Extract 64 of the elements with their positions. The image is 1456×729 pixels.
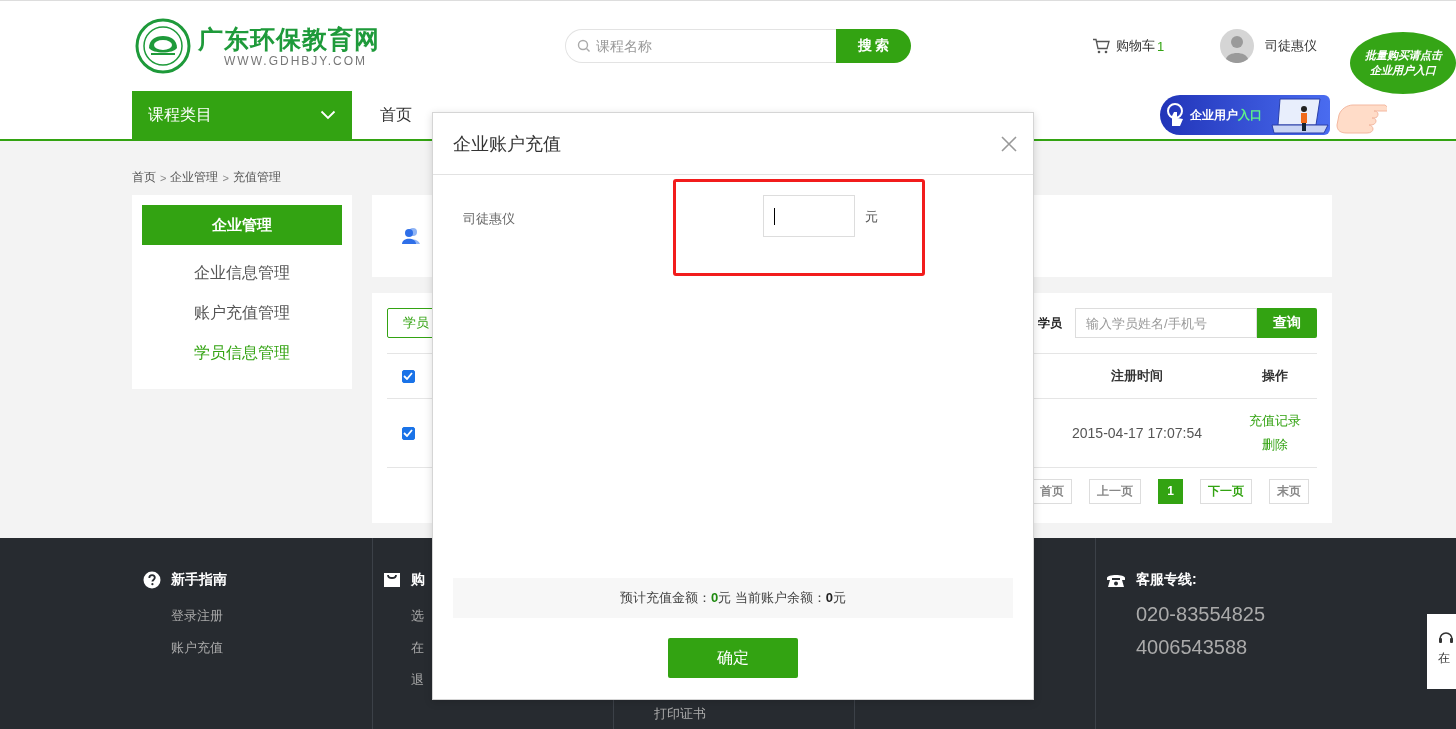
checkbox[interactable] bbox=[401, 426, 415, 440]
bag-icon bbox=[383, 571, 401, 589]
query-button[interactable]: 查询 bbox=[1257, 308, 1317, 338]
logo-icon bbox=[135, 18, 191, 74]
close-button[interactable] bbox=[1001, 135, 1017, 152]
footer-link[interactable]: 打印证书 bbox=[654, 698, 706, 729]
site-title: 广东环保教育网 bbox=[198, 24, 380, 54]
footer-link[interactable]: 登录注册 bbox=[171, 600, 223, 632]
category-menu[interactable]: 课程类目 bbox=[132, 91, 352, 139]
breadcrumb-link[interactable]: 首页 bbox=[132, 169, 156, 186]
close-icon bbox=[1001, 135, 1017, 152]
footer-heading: 客服专线: bbox=[1136, 571, 1197, 589]
check-icon bbox=[403, 429, 413, 437]
dialog-title: 企业账户充值 bbox=[453, 132, 561, 156]
action-link[interactable]: 充值记录 bbox=[1248, 412, 1301, 430]
nav-link[interactable]: 首页 bbox=[380, 104, 412, 126]
breadcrumb-separator: > bbox=[160, 171, 167, 184]
search-button[interactable]: 搜 索 bbox=[836, 29, 911, 63]
table-cell: 2015-04-17 17:07:54 bbox=[1072, 425, 1202, 441]
footer-heading: 购 bbox=[411, 571, 425, 589]
user-name[interactable]: 司徒惠仪 bbox=[1265, 37, 1318, 55]
breadcrumb-separator: > bbox=[222, 171, 229, 184]
column-header: 操作 bbox=[1261, 367, 1288, 385]
confirm-button[interactable]: 确定 bbox=[668, 638, 798, 678]
headset-icon bbox=[1438, 630, 1454, 646]
page-button[interactable]: 下一页 bbox=[1200, 479, 1252, 504]
pointer-hand-icon bbox=[1164, 102, 1186, 128]
enterprise-entry-banner[interactable]: 企业用户入口 bbox=[1160, 95, 1330, 135]
footer-heading: 新手指南 bbox=[171, 571, 227, 589]
amount-field[interactable] bbox=[763, 195, 855, 237]
account-name: 司徒惠仪 bbox=[463, 210, 516, 228]
phone-number: 020-83554825 bbox=[1136, 602, 1265, 627]
site-url: WWW.GDHBJY.COM bbox=[224, 54, 369, 68]
footer-link[interactable]: 选 bbox=[411, 600, 424, 632]
page-button[interactable]: 1 bbox=[1158, 479, 1183, 504]
search-field[interactable]: 课程名称 bbox=[565, 29, 836, 63]
sidebar-item[interactable]: 学员信息管理 bbox=[142, 333, 342, 373]
sidebar-heading: 企业管理 bbox=[142, 205, 342, 245]
checkbox[interactable] bbox=[401, 369, 415, 383]
student-search-field[interactable]: 输入学员姓名/手机号 bbox=[1075, 308, 1257, 338]
text-cursor bbox=[774, 207, 775, 225]
help-icon bbox=[143, 571, 161, 589]
cart-link[interactable]: 购物车 1 bbox=[1092, 37, 1165, 55]
summary-text: 预计充值金额：0元 当前账户余额：0元 bbox=[619, 589, 847, 607]
chevron-down-icon bbox=[320, 110, 336, 120]
breadcrumb-link[interactable]: 充值管理 bbox=[232, 169, 281, 186]
search-icon bbox=[577, 39, 591, 53]
search-label: 学员 bbox=[1038, 314, 1062, 332]
footer-link[interactable]: 退 bbox=[411, 664, 424, 696]
footer-link[interactable]: 在 bbox=[411, 632, 424, 664]
unit-label: 元 bbox=[865, 208, 878, 226]
laptop-drawing bbox=[1270, 95, 1330, 135]
check-icon bbox=[403, 372, 413, 380]
sidebar-item[interactable]: 账户充值管理 bbox=[142, 293, 342, 333]
breadcrumb-link[interactable]: 企业管理 bbox=[170, 169, 219, 186]
users-icon bbox=[402, 227, 420, 245]
cart-icon bbox=[1092, 38, 1110, 54]
avatar-icon bbox=[1220, 29, 1255, 63]
footer-link[interactable]: 账户充值 bbox=[171, 632, 223, 664]
action-link[interactable]: 删除 bbox=[1261, 436, 1288, 454]
column-header: 注册时间 bbox=[1111, 367, 1163, 385]
sidebar-item[interactable]: 企业信息管理 bbox=[142, 253, 342, 293]
phone-number: 4006543588 bbox=[1136, 635, 1248, 660]
online-service-tab[interactable]: 在 bbox=[1427, 614, 1456, 689]
